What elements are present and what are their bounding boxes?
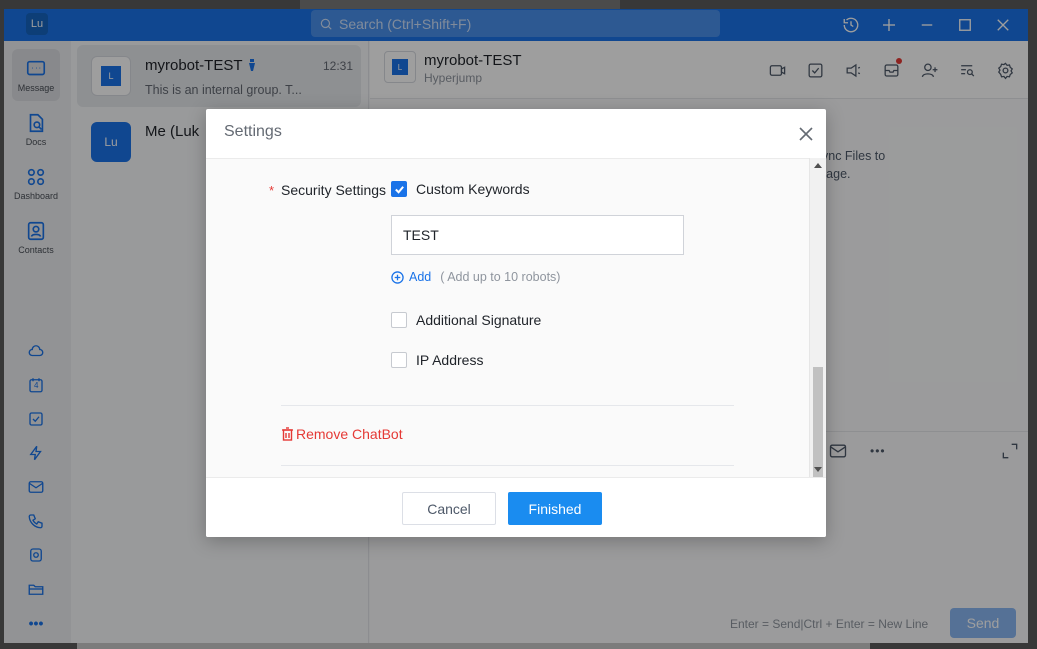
settings-dialog: Settings * Security Settings Custom Keyw… — [206, 109, 826, 537]
divider — [281, 405, 734, 406]
additional-signature-label: Additional Signature — [416, 312, 542, 328]
dialog-footer: Cancel Finished — [206, 477, 826, 537]
add-hint: ( Add up to 10 robots) — [440, 270, 561, 284]
security-settings-label: Security Settings — [281, 182, 387, 198]
cancel-button[interactable]: Cancel — [402, 492, 496, 525]
add-circle-icon[interactable] — [391, 270, 404, 284]
additional-signature-checkbox[interactable] — [391, 312, 407, 328]
scrollbar[interactable] — [809, 158, 826, 509]
add-keyword-link[interactable]: Add — [409, 270, 431, 284]
check-icon — [394, 185, 404, 194]
close-icon[interactable] — [798, 126, 814, 142]
custom-keywords-label: Custom Keywords — [416, 181, 530, 197]
add-keyword-row: Add ( Add up to 10 robots) — [391, 270, 560, 284]
custom-keywords-checkbox[interactable] — [391, 181, 407, 197]
trash-icon — [282, 427, 293, 441]
ip-address-label: IP Address — [416, 352, 484, 368]
scroll-up-arrow[interactable] — [814, 163, 822, 168]
remove-chatbot-label: Remove ChatBot — [296, 426, 403, 442]
remove-chatbot-button[interactable]: Remove ChatBot — [281, 426, 403, 442]
divider — [281, 465, 734, 466]
scroll-down-arrow[interactable] — [814, 467, 822, 472]
finished-button[interactable]: Finished — [508, 492, 602, 525]
keyword-input[interactable] — [391, 215, 684, 255]
dialog-body: * Security Settings Custom Keywords Add … — [206, 158, 809, 477]
option-additional-signature[interactable]: Additional Signature — [391, 312, 541, 328]
ip-address-checkbox[interactable] — [391, 352, 407, 368]
option-custom-keywords[interactable]: Custom Keywords — [391, 181, 530, 197]
option-ip-address[interactable]: IP Address — [391, 352, 483, 368]
dialog-title: Settings — [224, 123, 282, 140]
required-mark: * — [269, 183, 275, 198]
